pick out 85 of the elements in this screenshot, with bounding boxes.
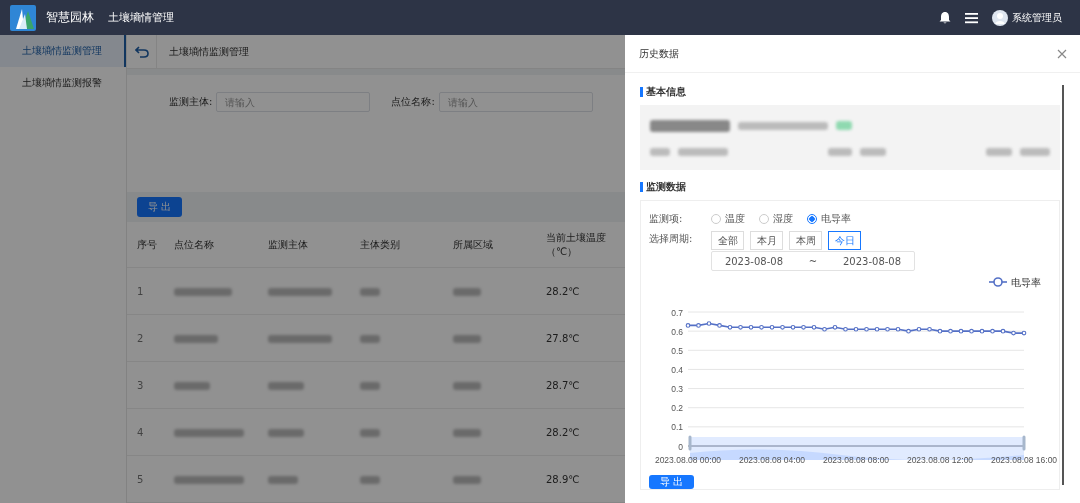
back-icon[interactable]: [134, 45, 149, 58]
period-button[interactable]: 全部: [711, 231, 744, 250]
redacted-text: [360, 287, 380, 296]
table-cell-text: 28.7℃: [546, 379, 581, 391]
column-header: 序号: [137, 237, 158, 252]
column-header: 所属区域: [453, 237, 494, 252]
redacted-text: [268, 381, 304, 390]
redacted-text: [174, 381, 210, 390]
redacted-text: [828, 147, 852, 156]
table-cell-text: 28.2℃: [546, 285, 581, 297]
close-icon[interactable]: [1057, 48, 1067, 59]
table-cell-text: 4: [137, 426, 145, 438]
axis-label: 2023.08.08 08:00: [822, 455, 890, 465]
axis-label: 0.1: [671, 422, 683, 433]
redacted-text: [986, 147, 1012, 156]
field-label: 选择周期:: [649, 232, 694, 246]
axis-label: 0.3: [671, 384, 683, 395]
date-range-field[interactable]: 2023-08-08 ~ 2023-08-08: [711, 251, 915, 271]
redacted-text: [268, 475, 298, 484]
redacted-text: [360, 428, 380, 437]
axis-label: 0: [678, 441, 683, 452]
redacted-text: [360, 381, 380, 390]
redacted-text: [860, 147, 886, 156]
axis-label: 0.4: [671, 364, 683, 375]
logo-icon: [10, 4, 36, 31]
bell-icon[interactable]: [939, 11, 951, 24]
redacted-text: [268, 428, 304, 437]
period-button[interactable]: 本周: [789, 231, 822, 250]
column-header: 当前土壤温度（℃）: [546, 230, 607, 259]
redacted-text: [453, 475, 481, 484]
menu-icon[interactable]: [965, 11, 978, 24]
table-cell-text: 5: [137, 473, 145, 485]
redacted-text: [174, 475, 244, 484]
sidebar-item[interactable]: 土壤墒情监测管理: [0, 35, 126, 67]
sidebar-item[interactable]: 土壤墒情监测报警: [0, 67, 126, 99]
legend-marker-icon: [988, 277, 1008, 287]
column-header: 主体类别: [360, 237, 401, 252]
redacted-text: [836, 121, 852, 130]
axis-label: 0.2: [671, 403, 683, 414]
table-cell-text: 1: [137, 285, 145, 297]
redacted-text: [453, 381, 481, 390]
radio-option[interactable]: 电导率: [807, 211, 851, 227]
redacted-text: [650, 147, 670, 156]
table-cell-text: 27.8℃: [546, 332, 581, 344]
redacted-text: [174, 334, 218, 343]
axis-label: 2023.08.08 16:00: [990, 455, 1058, 465]
table-cell-text: 28.9℃: [546, 473, 581, 485]
table-cell-text: 28.2℃: [546, 426, 581, 438]
module-title[interactable]: 土壤墒情管理: [108, 10, 174, 25]
redacted-text: [453, 334, 481, 343]
legend-label: 电导率: [1011, 277, 1041, 288]
avatar-icon[interactable]: [992, 9, 1008, 26]
axis-label: 0.6: [671, 326, 683, 337]
period-button[interactable]: 今日: [828, 231, 861, 250]
axis-label: 2023.08.08 04:00: [738, 455, 806, 465]
redacted-text: [453, 287, 481, 296]
axis-label: 0.5: [671, 345, 683, 356]
axis-label: 0.7: [671, 307, 683, 318]
redacted-text: [174, 428, 244, 437]
redacted-text: [268, 287, 332, 296]
redacted-text: [360, 475, 380, 484]
column-header: 监测主体: [268, 237, 309, 252]
redacted-text: [453, 428, 481, 437]
drawer-title: 历史数据: [639, 46, 679, 61]
radio-option[interactable]: 湿度: [759, 211, 793, 227]
redacted-text: [268, 334, 332, 343]
page-title: 土壤墒情监测管理: [169, 44, 249, 59]
export-button[interactable]: 导出: [649, 475, 694, 489]
axis-label: 2023.08.08 12:00: [906, 455, 974, 465]
radio-option[interactable]: 温度: [711, 211, 745, 227]
redacted-text: [678, 147, 728, 156]
scrollbar[interactable]: [1062, 85, 1064, 485]
axis-label: 2023.08.08 00:00: [654, 455, 722, 465]
field-label: 监测主体:: [169, 95, 213, 109]
redacted-text: [174, 287, 232, 296]
column-header: 点位名称: [174, 237, 215, 252]
period-button[interactable]: 本月: [750, 231, 783, 250]
redacted-text: [360, 334, 380, 343]
app-title: 智慧园林: [46, 9, 94, 26]
user-name[interactable]: 系统管理员: [1012, 10, 1062, 25]
field-label: 监测项:: [649, 212, 684, 226]
redacted-text: [1020, 147, 1050, 156]
table-cell-text: 3: [137, 379, 145, 391]
field-label: 点位名称:: [391, 95, 435, 109]
table-cell-text: 2: [137, 332, 145, 344]
